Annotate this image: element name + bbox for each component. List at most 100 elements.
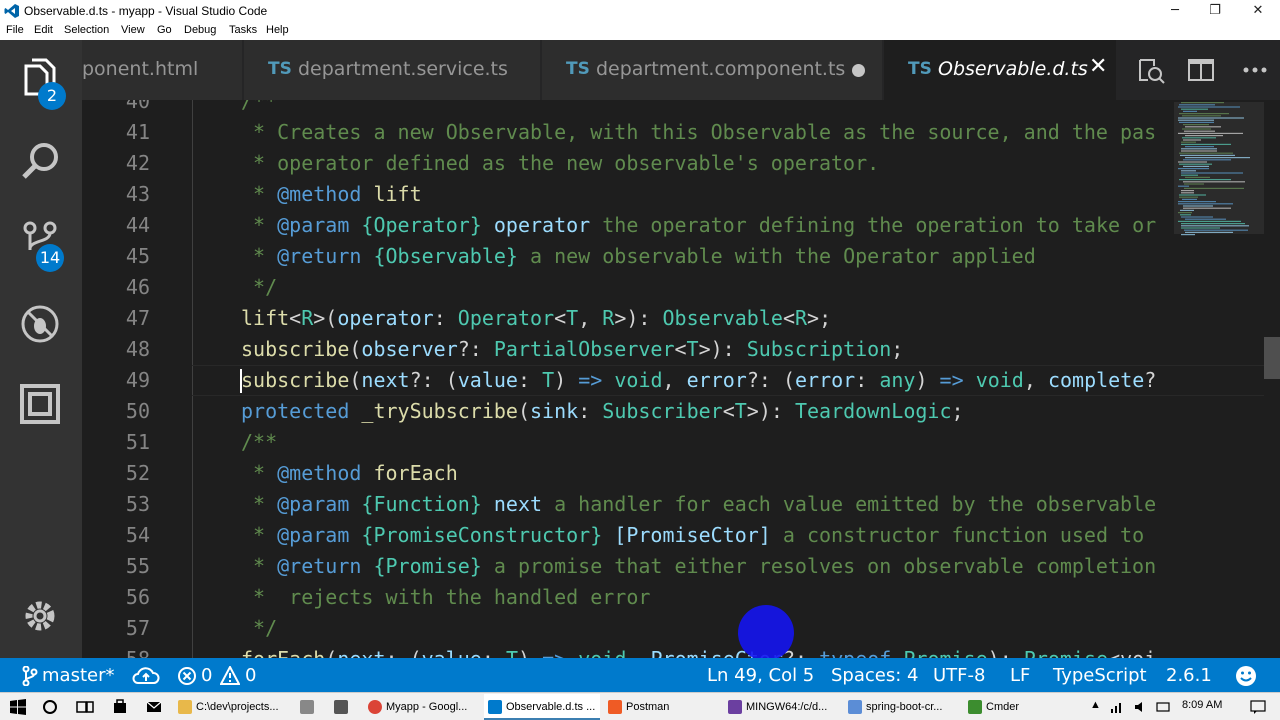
code-line[interactable]: 43 * @method lift — [82, 179, 1280, 210]
line-number: 57 — [125, 616, 150, 640]
taskbar-spring-boot[interactable]: spring-boot-cr... — [844, 694, 960, 720]
code-line[interactable]: 47 lift<R>(operator: Operator<T, R>): Obs… — [82, 303, 1280, 334]
code-text: * @param {Operator} operator the operato… — [241, 213, 1157, 237]
taskbar-cmder[interactable]: Cmder — [964, 694, 1076, 720]
activity-debug[interactable] — [0, 286, 82, 366]
code-text: */ — [241, 616, 278, 640]
git-branch-icon — [22, 666, 38, 686]
volume-icon[interactable] — [1134, 701, 1148, 713]
code-line[interactable]: 45 * @return {Observable} a new observab… — [82, 241, 1280, 272]
tab-department-service[interactable]: TS department.service.ts — [244, 40, 540, 100]
explorer-badge: 2 — [38, 82, 66, 110]
notifications-icon[interactable] — [1250, 700, 1266, 714]
taskbar-chrome[interactable]: Myapp - Googl... — [364, 694, 478, 720]
activity-source-control[interactable]: 14 — [0, 202, 82, 282]
minimize-button[interactable]: ─ — [1160, 2, 1190, 20]
open-changes-icon[interactable] — [1136, 56, 1166, 86]
warning-count[interactable]: 0 — [245, 665, 256, 686]
debug-icon — [21, 305, 59, 343]
maximize-button[interactable]: ❐ — [1200, 2, 1230, 20]
taskbar-postman[interactable]: Postman — [604, 694, 720, 720]
menu-selection[interactable]: Selection — [64, 24, 109, 36]
code-text: */ — [241, 275, 278, 299]
menu-edit[interactable]: Edit — [34, 24, 53, 36]
code-line[interactable]: 56 * rejects with the handled error — [82, 582, 1280, 613]
task-label: Postman — [626, 701, 670, 713]
tab-observable-d-ts[interactable]: TS Observable.d.ts ✕ — [884, 40, 1116, 100]
code-line[interactable]: 48 subscribe(observer?: PartialObserver<T… — [82, 334, 1280, 365]
encoding[interactable]: UTF-8 — [933, 665, 985, 686]
indentation[interactable]: Spaces: 4 — [831, 665, 918, 686]
minimap[interactable] — [1174, 100, 1264, 658]
code-text: subscribe(next?: (value: T) => void, err… — [241, 368, 1157, 392]
windows-start-icon[interactable] — [10, 699, 26, 715]
code-line[interactable]: 49 subscribe(next?: (value: T) => void, e… — [82, 365, 1280, 396]
activity-settings[interactable] — [0, 578, 82, 658]
language-mode[interactable]: TypeScript — [1053, 665, 1147, 686]
cursor-position[interactable]: Ln 49, Col 5 — [707, 665, 814, 686]
code-line[interactable]: 46 */ — [82, 272, 1280, 303]
menu-tasks[interactable]: Tasks — [229, 24, 257, 36]
activity-extensions[interactable] — [0, 366, 82, 446]
clock[interactable]: 8:09 AM — [1182, 699, 1222, 711]
tab-close-icon[interactable]: ✕ — [1089, 54, 1107, 79]
taskbar-settings-app[interactable] — [296, 694, 324, 720]
unsaved-dot-icon[interactable] — [852, 64, 865, 77]
store-icon[interactable] — [112, 699, 128, 715]
more-actions-icon[interactable] — [1240, 56, 1270, 86]
code-line[interactable]: 41 * Creates a new Observable, with this… — [82, 117, 1280, 148]
menu-go[interactable]: Go — [157, 24, 172, 36]
code-line[interactable]: 55 * @return {Promise} a promise that ei… — [82, 551, 1280, 582]
code-line[interactable]: 44 * @param {Operator} operator the oper… — [82, 210, 1280, 241]
taskbar-app[interactable] — [330, 694, 358, 720]
end-of-line[interactable]: LF — [1010, 665, 1030, 686]
mail-icon[interactable] — [146, 699, 162, 715]
sync-cloud-icon[interactable] — [132, 665, 160, 687]
code-line[interactable]: 51 /** — [82, 427, 1280, 458]
code-line[interactable]: 50 protected _trySubscribe(sink: Subscrib… — [82, 396, 1280, 427]
line-number: 46 — [125, 275, 150, 299]
line-number: 41 — [125, 120, 150, 144]
code-line[interactable]: 53 * @param {Function} next a handler fo… — [82, 489, 1280, 520]
feedback-smiley-icon[interactable] — [1235, 665, 1257, 687]
menu-debug[interactable]: Debug — [184, 24, 216, 36]
keyboard-icon[interactable] — [1156, 701, 1170, 713]
error-count[interactable]: 0 — [201, 665, 212, 686]
scrollbar-thumb[interactable] — [1264, 337, 1280, 379]
typescript-version[interactable]: 2.6.1 — [1166, 665, 1212, 686]
code-line[interactable]: 54 * @param {PromiseConstructor} [Promis… — [82, 520, 1280, 551]
code-line[interactable]: 58 forEach(next: (value: T) => void, Prom… — [82, 644, 1280, 658]
task-view-icon[interactable] — [76, 699, 94, 715]
taskbar-mingw[interactable]: MINGW64:/c/d... — [724, 694, 840, 720]
close-window-button[interactable]: ✕ — [1243, 2, 1273, 20]
code-line[interactable]: 42 * operator defined as the new observa… — [82, 148, 1280, 179]
taskbar-explorer[interactable]: C:\dev\projects... — [174, 694, 292, 720]
settings-app-icon — [300, 700, 314, 714]
menu-file[interactable]: File — [6, 24, 24, 36]
warning-icon[interactable] — [220, 666, 240, 685]
line-number: 42 — [125, 151, 150, 175]
git-branch[interactable]: master* — [42, 665, 114, 686]
line-number: 48 — [125, 337, 150, 361]
cortana-icon[interactable] — [42, 699, 58, 715]
network-icon[interactable] — [1110, 701, 1124, 713]
tab-department-component[interactable]: TS department.component.ts — [542, 40, 882, 100]
code-line[interactable]: 40 /** — [82, 100, 1280, 117]
menu-view[interactable]: View — [121, 24, 145, 36]
code-editor[interactable]: 40 /** 41 * Creates a new Observable, with… — [82, 100, 1280, 658]
split-editor-icon[interactable] — [1186, 56, 1216, 86]
tab-component-html[interactable]: ponent.html — [82, 40, 242, 100]
menu-help[interactable]: Help — [266, 24, 289, 36]
vertical-scrollbar[interactable] — [1264, 100, 1280, 658]
activity-search[interactable] — [0, 122, 82, 202]
code-line[interactable]: 57 */ — [82, 613, 1280, 644]
tab-label: Observable.d.ts — [938, 58, 1088, 80]
tray-chevron-up-icon[interactable]: ▲ — [1090, 699, 1101, 711]
task-label: Myapp - Googl... — [386, 701, 468, 713]
code-line[interactable]: 52 * @method forEach — [82, 458, 1280, 489]
activity-explorer[interactable]: 2 — [0, 40, 82, 120]
minimap-slider[interactable] — [1174, 102, 1264, 234]
taskbar-vscode[interactable]: Observable.d.ts ... — [484, 694, 600, 720]
menu-bar: File Edit Selection View Go Debug Tasks … — [0, 22, 1280, 40]
error-icon[interactable] — [178, 667, 196, 685]
